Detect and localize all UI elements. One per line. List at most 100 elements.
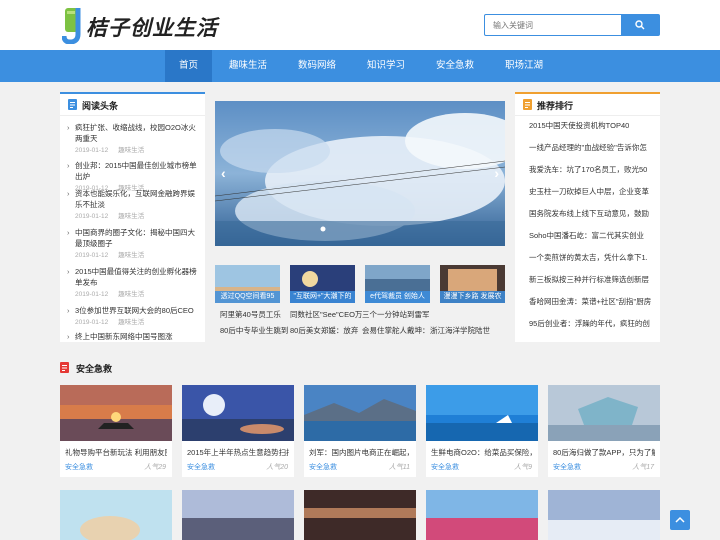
rank-item[interactable]: Soho中国潘石屹：富二代其实创业: [529, 230, 660, 242]
logo-mark-icon: [62, 8, 81, 44]
news-date: 2019-01-12: [75, 213, 109, 220]
news-link[interactable]: 80后中专毕业生跳到: [220, 325, 292, 336]
hero-slider[interactable]: ‹ ›: [215, 101, 505, 246]
article-card[interactable]: [304, 490, 416, 540]
search-box: [484, 14, 660, 36]
card-image: [182, 385, 294, 441]
list-item[interactable]: 3位参加世界互联网大会的80后CEO 2019-01-12 趣味生活: [67, 305, 202, 327]
article-card[interactable]: [182, 490, 294, 540]
card-popularity: 人气17: [632, 464, 654, 471]
card-category[interactable]: 安全急救: [309, 462, 337, 472]
card-title[interactable]: 2015年上半年热点生意趋势扫描: [187, 447, 289, 458]
search-button[interactable]: [621, 15, 659, 35]
article-card[interactable]: [548, 490, 660, 540]
site-logo[interactable]: 桔子创业生活: [62, 6, 217, 44]
rank-item[interactable]: 2015中国天使投资机构TOP40: [529, 120, 660, 132]
card-title[interactable]: 生鲜电商O2O：给菜品买保险，: [431, 447, 533, 458]
list-item[interactable]: 疯狂扩张、收缩战线，校园O2O冰火两重天 2019-01-12 趣味生活: [67, 122, 202, 155]
card-image: [548, 490, 660, 540]
card-category[interactable]: 安全急救: [187, 462, 215, 472]
news-date: 2019-01-12: [75, 147, 109, 154]
nav-item-home[interactable]: 首页: [165, 50, 212, 82]
thumb-caption: e代驾裁员 创始人: [365, 291, 430, 303]
news-title[interactable]: 3位参加世界互联网大会的80后CEO: [67, 305, 202, 316]
document-icon: [523, 99, 532, 110]
list-item[interactable]: 终上中国新东网络中国号图涨: [67, 331, 202, 342]
section-header: 安全急救: [60, 358, 660, 376]
search-input[interactable]: [485, 15, 621, 35]
card-popularity: 人气9: [514, 464, 532, 471]
slider-thumb[interactable]: e代驾裁员 创始人: [365, 265, 430, 303]
card-category[interactable]: 安全急救: [431, 462, 459, 472]
news-link[interactable]: 会易住掌舵人戴坤：: [362, 325, 428, 336]
panel-header: 推荐排行: [515, 92, 660, 116]
card-popularity: 人气29: [144, 464, 166, 471]
logo-text: 桔子创业生活: [86, 15, 218, 40]
news-link[interactable]: 同数社区"See"CEO万: [290, 309, 362, 320]
panel-title: 阅读头条: [82, 101, 119, 111]
list-item[interactable]: 资本也能娱乐化，互联网金融跨界娱乐不扯淡 2019-01-12 趣味生活: [67, 188, 202, 221]
news-link[interactable]: 80后美女郑媛：放弃: [290, 325, 362, 336]
card-title[interactable]: 刘军：国内图片电商正在崛起，: [309, 447, 411, 458]
rank-item[interactable]: 我爱洗车：坑了170名员工，败光50: [529, 164, 660, 176]
slider-image: [215, 101, 505, 246]
list-item[interactable]: 2015中国最值得关注的创业孵化器榜单发布 2019-01-12 趣味生活: [67, 266, 202, 299]
card-category[interactable]: 安全急救: [65, 462, 93, 472]
news-date: 2019-01-12: [75, 319, 109, 326]
nav-item-digital[interactable]: 数码网络: [289, 50, 345, 82]
news-title[interactable]: 创业邦：2015中国最佳创业城市榜单出炉: [67, 160, 202, 182]
news-category[interactable]: 趣味生活: [118, 147, 144, 154]
slider-next-button[interactable]: ›: [494, 165, 499, 181]
search-icon: [635, 20, 645, 30]
rank-item[interactable]: 一个卖煎饼的黄太吉，凭什么拿下1.: [529, 252, 660, 264]
news-title[interactable]: 终上中国新东网络中国号图涨: [67, 331, 202, 342]
news-link[interactable]: 浙江海洋学院陆世: [430, 325, 502, 336]
card-title[interactable]: 礼物导购平台新玩法 利用朋友圈: [65, 447, 167, 458]
headline-panel: 阅读头条 疯狂扩张、收缩战线，校园O2O冰火两重天 2019-01-12 趣味生活…: [60, 92, 205, 342]
article-card[interactable]: [426, 490, 538, 540]
card-title[interactable]: 80后海归做了款APP，只为了解: [553, 447, 655, 458]
news-link[interactable]: 阿里第40号员工乐: [220, 309, 292, 320]
slider-thumb[interactable]: "互联网+"大潮下的: [290, 265, 355, 303]
news-title[interactable]: 中国商界的圈子文化：揭秘中国四大最顶级圈子: [67, 227, 202, 249]
news-title[interactable]: 疯狂扩张、收缩战线，校园O2O冰火两重天: [67, 122, 202, 144]
news-category[interactable]: 趣味生活: [118, 319, 144, 326]
card-image: [182, 490, 294, 540]
slider-prev-button[interactable]: ‹: [221, 165, 226, 181]
rank-item[interactable]: 新三板拟按三种并行标准筛选创新层: [529, 274, 660, 286]
rank-item[interactable]: 一线产品经理的"血战经验"告诉你怎: [529, 142, 660, 154]
card-category[interactable]: 安全急救: [553, 462, 581, 472]
news-date: 2019-01-12: [75, 252, 109, 259]
nav-item-fun-life[interactable]: 趣味生活: [220, 50, 276, 82]
nav-item-safety[interactable]: 安全急救: [427, 50, 483, 82]
section-title: 安全急救: [76, 364, 113, 374]
news-category[interactable]: 趣味生活: [118, 291, 144, 298]
rank-item[interactable]: 香哈网田金涛：菜谱+社区"刮指"厨房: [529, 296, 660, 308]
rank-item[interactable]: 95后创业者：浮躁的年代，疯狂的创: [529, 318, 660, 330]
rank-item[interactable]: 国务院发布线上线下互动意见，鼓励: [529, 208, 660, 220]
news-title[interactable]: 资本也能娱乐化，互联网金融跨界娱乐不扯淡: [67, 188, 202, 210]
slider-thumb[interactable]: 透过QQ空间看95: [215, 265, 280, 303]
back-to-top-button[interactable]: [670, 510, 690, 530]
nav-item-knowledge[interactable]: 知识学习: [358, 50, 414, 82]
nav-item-workplace[interactable]: 职场江湖: [496, 50, 552, 82]
article-card[interactable]: [60, 490, 172, 540]
news-link[interactable]: 三个一分钟站到雷军: [362, 309, 440, 320]
article-card[interactable]: 刘军：国内图片电商正在崛起， 安全急救 人气11: [304, 385, 416, 477]
article-card[interactable]: 80后海归做了款APP，只为了解 安全急救 人气17: [548, 385, 660, 477]
news-category[interactable]: 趣味生活: [118, 252, 144, 259]
article-card[interactable]: 礼物导购平台新玩法 利用朋友圈 安全急救 人气29: [60, 385, 172, 477]
site-header: 桔子创业生活: [0, 0, 720, 50]
article-card[interactable]: 生鲜电商O2O：给菜品买保险， 安全急救 人气9: [426, 385, 538, 477]
news-category[interactable]: 趣味生活: [118, 213, 144, 220]
slider-thumb[interactable]: 漫漫下乡路 发展农: [440, 265, 505, 303]
document-icon: [68, 99, 77, 110]
rank-item[interactable]: 史玉柱一刀砍掉巨人中层，企业变革: [529, 186, 660, 198]
card-image: [60, 490, 172, 540]
list-item[interactable]: 中国商界的圈子文化：揭秘中国四大最顶级圈子 2019-01-12 趣味生活: [67, 227, 202, 260]
panel-header: 阅读头条: [60, 92, 205, 116]
article-card[interactable]: 2015年上半年热点生意趋势扫描 安全急救 人气20: [182, 385, 294, 477]
thumb-caption: 透过QQ空间看95: [215, 291, 280, 303]
news-title[interactable]: 2015中国最值得关注的创业孵化器榜单发布: [67, 266, 202, 288]
ranking-panel: 推荐排行 2015中国天使投资机构TOP40 一线产品经理的"血战经验"告诉你怎…: [515, 92, 660, 342]
